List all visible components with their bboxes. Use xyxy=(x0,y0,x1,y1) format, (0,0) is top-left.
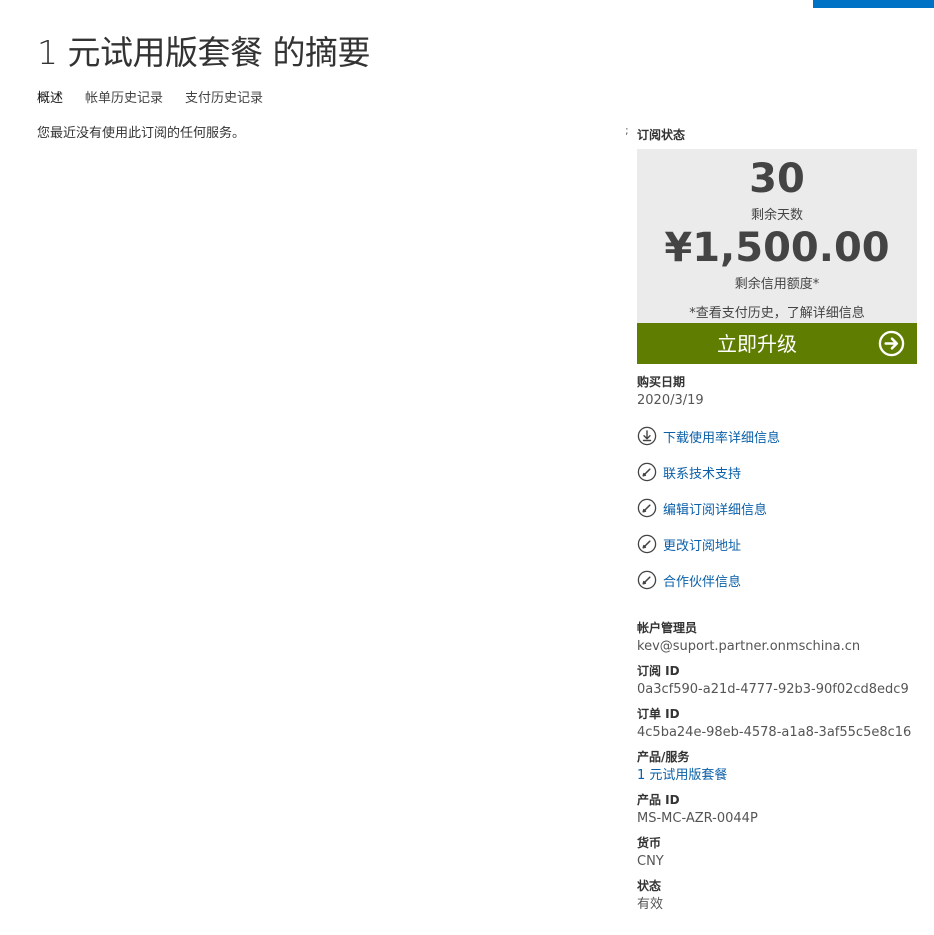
subscription-status-label: 订阅状态 xyxy=(637,128,686,142)
days-remaining-value: 30 xyxy=(749,156,805,202)
edit-subscription-details-label: 编辑订阅详细信息 xyxy=(663,502,768,518)
page: 1 元试用版套餐 的摘要 概述 帐单历史记录 支付历史记录 您最近没有使用此订阅… xyxy=(0,0,934,935)
purchase-date-block: 购买日期 2020/3/19 xyxy=(637,373,917,408)
edit-icon xyxy=(637,462,657,482)
order-id-value: 4c5ba24e-98eb-4578-a1a8-3af55c5e8c16 xyxy=(637,725,912,740)
edit-subscription-details-link[interactable]: 编辑订阅详细信息 xyxy=(637,490,917,526)
change-subscription-address-link[interactable]: 更改订阅地址 xyxy=(637,526,917,562)
offer-label: 产品/服务 xyxy=(637,750,690,764)
tab-payment-history[interactable]: 支付历史记录 xyxy=(185,87,263,106)
tab-billing-history[interactable]: 帐单历史记录 xyxy=(85,87,163,106)
credit-remaining-value: ¥1,500.00 xyxy=(664,225,890,271)
currency-label: 货币 xyxy=(637,836,662,850)
status-item: 状态 有效 xyxy=(637,878,917,913)
purchase-date-label: 购买日期 xyxy=(637,375,686,389)
action-links: 下载使用率详细信息 联系技术支持 编辑订阅详细信息 更改订阅地址 合作伙伴信息 xyxy=(637,418,917,598)
partner-info-label: 合作伙伴信息 xyxy=(663,574,742,590)
order-id-item: 订单 ID 4c5ba24e-98eb-4578-a1a8-3af55c5e8c… xyxy=(637,706,917,741)
account-admin-value: kev@suport.partner.onmschina.cn xyxy=(637,639,861,654)
days-remaining-label: 剩余天数 xyxy=(750,208,803,223)
subscription-id-item: 订阅 ID 0a3cf590-a21d-4777-92b3-90f02cd8ed… xyxy=(637,663,917,698)
status-label: 状态 xyxy=(637,879,662,893)
top-accent-bar xyxy=(813,0,934,8)
account-admin-label: 帐户管理员 xyxy=(637,621,698,635)
subscription-status-box: 30 剩余天数 ¥1,500.00 剩余信用额度* *查看支付历史，了解详细信息 xyxy=(637,149,917,323)
subscription-id-value: 0a3cf590-a21d-4777-92b3-90f02cd8edc9 xyxy=(637,682,909,697)
offer-id-value: MS-MC-AZR-0044P xyxy=(637,811,758,826)
side-marker: ; xyxy=(625,124,629,137)
page-title: 1 元试用版套餐 的摘要 xyxy=(37,33,370,72)
contact-support-label: 联系技术支持 xyxy=(663,466,742,482)
offer-id-item: 产品 ID MS-MC-AZR-0044P xyxy=(637,792,917,827)
upgrade-now-label: 立即升级 xyxy=(717,332,797,356)
order-id-label: 订单 ID xyxy=(637,707,680,721)
contact-support-link[interactable]: 联系技术支持 xyxy=(637,454,917,490)
tab-bar: 概述 帐单历史记录 支付历史记录 xyxy=(37,87,285,106)
upgrade-now-button[interactable]: 立即升级 xyxy=(637,323,917,364)
purchase-date-value: 2020/3/19 xyxy=(637,393,704,408)
offer-item: 产品/服务 1 元试用版套餐 xyxy=(637,749,917,784)
download-usage-label: 下载使用率详细信息 xyxy=(663,430,781,446)
currency-value: CNY xyxy=(637,854,664,869)
subscription-info: 帐户管理员 kev@suport.partner.onmschina.cn 订阅… xyxy=(637,620,917,913)
change-subscription-address-label: 更改订阅地址 xyxy=(663,538,742,554)
offer-id-label: 产品 ID xyxy=(637,793,680,807)
currency-item: 货币 CNY xyxy=(637,835,917,870)
no-usage-message: 您最近没有使用此订阅的任何服务。 xyxy=(37,126,246,141)
download-usage-link[interactable]: 下载使用率详细信息 xyxy=(637,418,917,454)
account-admin-item: 帐户管理员 kev@suport.partner.onmschina.cn xyxy=(637,620,917,655)
download-icon xyxy=(637,426,657,446)
subscription-sidebar: 订阅状态 30 剩余天数 ¥1,500.00 剩余信用额度* *查看支付历史，了… xyxy=(637,126,917,921)
arrow-right-circle-icon xyxy=(878,330,905,357)
offer-link[interactable]: 1 元试用版套餐 xyxy=(637,768,917,784)
status-value: 有效 xyxy=(637,897,664,912)
credit-remaining-label: 剩余信用额度* xyxy=(734,277,820,292)
edit-icon xyxy=(637,570,657,590)
payment-history-note: *查看支付历史，了解详细信息 xyxy=(689,306,865,321)
edit-icon xyxy=(637,498,657,518)
partner-info-link[interactable]: 合作伙伴信息 xyxy=(637,562,917,598)
edit-icon xyxy=(637,534,657,554)
subscription-id-label: 订阅 ID xyxy=(637,664,680,678)
tab-overview[interactable]: 概述 xyxy=(37,87,63,106)
